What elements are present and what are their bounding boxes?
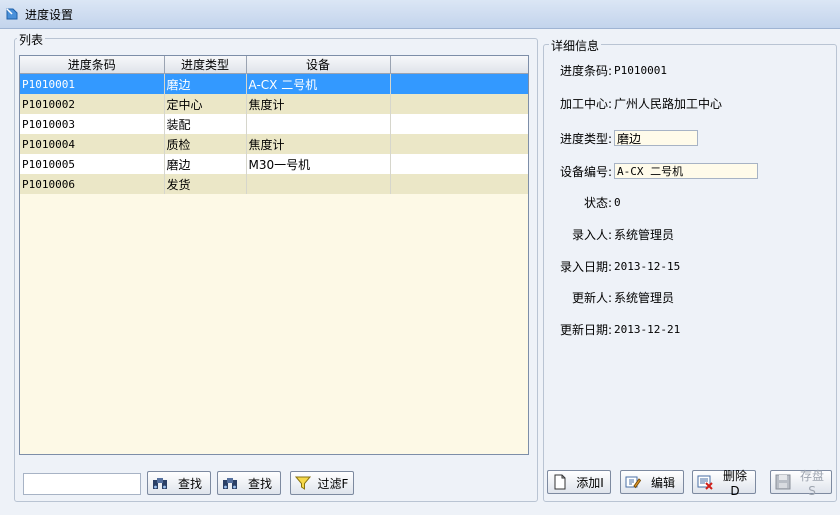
edit-button-label: 编辑 [650,475,675,490]
cell-device: M30一号机 [246,154,391,174]
cell-code: P1010004 [20,134,165,154]
field-creator-label: 录入人: [571,227,612,242]
cell-filler [390,134,528,154]
column-header-type[interactable]: 进度类型 [164,56,247,74]
table-row[interactable]: P1010002 定中心 焦度计 [20,94,528,114]
cell-type: 定中心 [164,94,247,114]
delete-button[interactable]: 删除D [692,469,756,498]
field-updated-label: 更新日期: [559,322,612,337]
table-row[interactable]: P1010004 质检 焦度计 [20,134,528,154]
field-type-label: 进度类型: [559,131,612,146]
cell-type: 质检 [164,134,247,154]
field-center-label: 加工中心: [559,96,612,111]
cell-filler [390,174,528,194]
save-button[interactable]: 存盘S [770,469,832,498]
floppy-disk-icon [775,474,791,490]
delete-button-label: 删除D [722,468,747,498]
cell-code: P1010002 [20,94,165,114]
field-code-label: 进度条码: [559,63,612,78]
add-button-label: 添加I [576,475,604,490]
title-bar: 进度设置 [0,0,840,29]
column-header-filler [390,56,528,74]
cell-type: 磨边 [164,73,247,94]
field-updated: 更新日期: 2013-12-21 [544,320,680,338]
cell-type: 装配 [164,114,247,134]
field-type: 进度类型: 磨边 [544,129,698,147]
app-icon [5,7,19,21]
field-creator: 录入人: 系统管理员 [544,225,674,243]
cell-device [246,174,391,194]
field-created-value: 2013-12-15 [614,259,681,273]
cell-device: 焦度计 [246,94,391,114]
save-button-label: 存盘S [799,468,824,498]
cell-filler [390,154,528,174]
cell-code: P1010005 [20,154,165,174]
table-row[interactable]: P1010005 磨边 M30一号机 [20,154,528,174]
type-field[interactable]: 磨边 [614,130,698,146]
binoculars-icon [152,475,168,491]
progress-grid[interactable]: 进度条码 进度类型 设备 P1010001 磨边 A-CX 二号机 P10100… [19,55,529,455]
field-updater-value: 系统管理员 [614,290,675,305]
find-button-1[interactable]: 查找 [147,471,211,495]
list-group-title: 列表 [17,31,46,48]
field-updated-value: 2013-12-21 [614,322,681,336]
cell-filler [390,94,528,114]
delete-icon [697,474,713,490]
filter-button[interactable]: 过滤F [290,471,354,495]
cell-type: 磨边 [164,154,247,174]
cell-code: P1010006 [20,174,165,194]
cell-device: 焦度计 [246,134,391,154]
list-group: 列表 进度条码 进度类型 设备 P1010001 磨边 A-CX 二号机 P10… [14,31,538,502]
find-button-2[interactable]: 查找 [217,471,281,495]
find-button-2-label: 查找 [247,476,272,491]
detail-group: 详细信息 进度条码: P1010001 加工中心: 广州人民路加工中心 进度类型… [543,37,837,502]
table-row[interactable]: P1010001 磨边 A-CX 二号机 [20,73,528,94]
cell-device [246,114,391,134]
field-center: 加工中心: 广州人民路加工中心 [544,94,722,112]
edit-button[interactable]: 编辑 [620,470,684,494]
field-status-value: 0 [614,195,621,209]
field-updater: 更新人: 系统管理员 [544,288,674,306]
column-header-code[interactable]: 进度条码 [20,56,165,74]
column-header-device[interactable]: 设备 [246,56,391,74]
binoculars-icon [222,475,238,491]
funnel-icon [295,475,311,491]
cell-code: P1010003 [20,114,165,134]
add-button[interactable]: 添加I [547,470,611,494]
cell-device: A-CX 二号机 [246,73,391,94]
field-device: 设备编号: A-CX 二号机 [544,162,758,180]
field-created-label: 录入日期: [559,259,612,274]
field-status-label: 状态: [583,195,612,210]
field-updater-label: 更新人: [571,290,612,305]
field-status: 状态: 0 [544,193,621,211]
table-row[interactable]: P1010006 发货 [20,174,528,194]
cell-type: 发货 [164,174,247,194]
filter-button-label: 过滤F [317,476,349,491]
field-created: 录入日期: 2013-12-15 [544,257,680,275]
table-row[interactable]: P1010003 装配 [20,114,528,134]
field-center-value: 广州人民路加工中心 [614,96,723,111]
field-creator-value: 系统管理员 [614,227,675,242]
new-document-icon [552,474,568,490]
detail-group-title: 详细信息 [549,37,602,54]
window-title: 进度设置 [25,7,74,22]
device-field[interactable]: A-CX 二号机 [614,163,758,179]
find-button-1-label: 查找 [177,476,202,491]
field-code-value: P1010001 [614,63,667,77]
cell-filler [390,73,528,94]
cell-code: P1010001 [20,73,165,94]
field-code: 进度条码: P1010001 [544,61,667,79]
search-input[interactable] [23,473,141,495]
cell-filler [390,114,528,134]
field-device-label: 设备编号: [559,164,612,179]
edit-icon [625,474,641,490]
